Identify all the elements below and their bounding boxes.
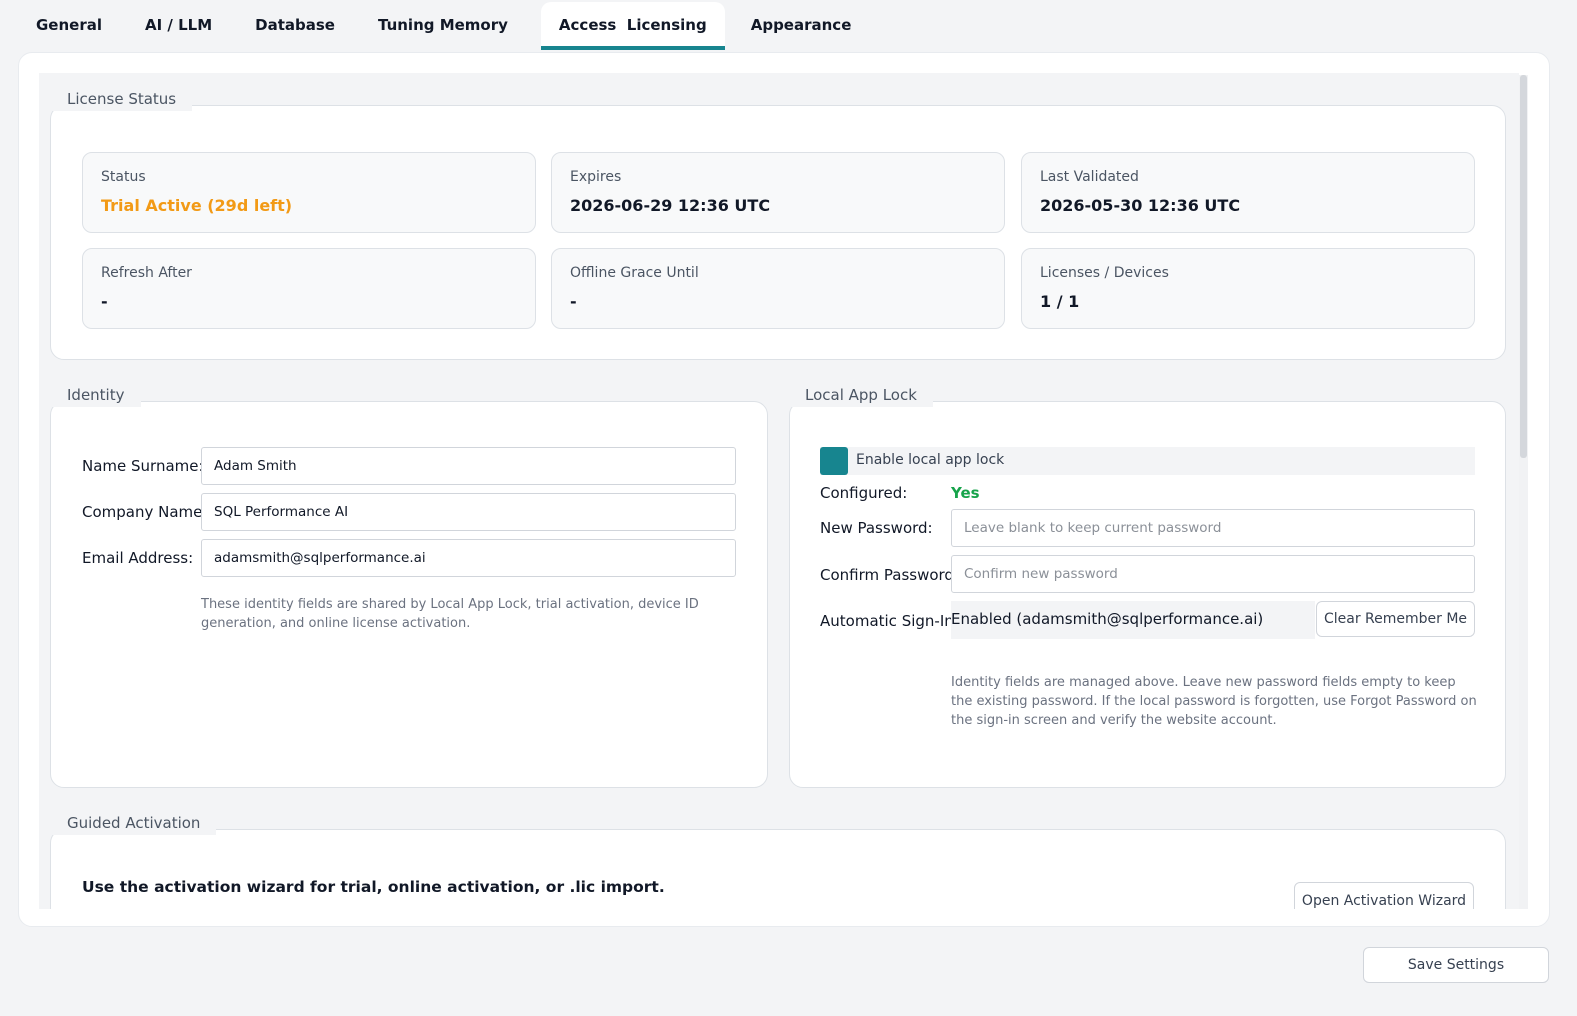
tab-ai-llm[interactable]: AI / LLM [127,2,230,50]
app-lock-group: Enable local app lock Configured: Yes Ne… [789,401,1506,788]
settings-tabs: General AI / LLM Database Tuning Memory … [18,2,876,51]
status-value: Trial Active (29d left) [101,196,293,215]
refresh-after-value: - [101,292,108,311]
licenses-devices-label: Licenses / Devices [1040,265,1169,281]
open-activation-wizard-button[interactable]: Open Activation Wizard [1294,882,1474,909]
license-status-group: Status Trial Active (29d left) Expires 2… [50,105,1506,360]
enable-app-lock-row[interactable]: Enable local app lock [820,447,1475,475]
vertical-scrollbar[interactable] [1519,75,1528,909]
identity-help-text: These identity fields are shared by Loca… [201,597,699,631]
company-label: Company Name: [82,503,208,521]
refresh-after-card: Refresh After - [82,248,536,329]
email-label: Email Address: [82,549,194,567]
identity-group: Name Surname: Company Name: Email Addres… [50,401,768,788]
last-validated-card: Last Validated 2026-05-30 12:36 UTC [1021,152,1475,233]
expires-label: Expires [570,169,622,185]
licenses-devices-card: Licenses / Devices 1 / 1 [1021,248,1475,329]
guided-activation-group: Use the activation wizard for trial, onl… [50,829,1506,909]
clear-remember-me-button[interactable]: Clear Remember Me [1316,601,1475,637]
status-label: Status [101,169,146,185]
guided-activation-description: Use the activation wizard for trial, onl… [82,878,665,896]
confirm-password-label: Confirm Password: [820,566,960,584]
status-card: Status Trial Active (29d left) [82,152,536,233]
last-validated-label: Last Validated [1040,169,1139,185]
scroll-area: Status Trial Active (29d left) Expires 2… [39,73,1519,909]
identity-title: Identity [51,383,141,407]
tab-appearance[interactable]: Appearance [733,2,870,50]
offline-grace-card: Offline Grace Until - [551,248,1005,329]
tab-tuning-memory[interactable]: Tuning Memory [360,2,526,50]
licenses-devices-value: 1 / 1 [1040,292,1080,311]
offline-grace-value: - [570,292,577,311]
last-validated-value: 2026-05-30 12:36 UTC [1040,196,1241,215]
guided-activation-title: Guided Activation [51,811,217,835]
refresh-after-label: Refresh After [101,265,192,281]
name-label: Name Surname: [82,457,204,475]
expires-card: Expires 2026-06-29 12:36 UTC [551,152,1005,233]
auto-signin-value: Enabled (adamsmith@sqlperformance.ai) [951,610,1264,628]
new-password-field[interactable] [951,509,1475,547]
company-field[interactable] [201,493,736,531]
name-field[interactable] [201,447,736,485]
confirm-password-field[interactable] [951,555,1475,593]
tab-access-licensing[interactable]: Access Licensing [540,2,725,50]
auto-signin-label: Automatic Sign-In: [820,612,959,630]
configured-value: Yes [951,484,980,502]
email-field[interactable] [201,539,736,577]
auto-signin-status: Enabled (adamsmith@sqlperformance.ai) [951,601,1315,639]
offline-grace-label: Offline Grace Until [570,265,699,281]
save-settings-button[interactable]: Save Settings [1363,947,1549,983]
app-lock-title: Local App Lock [789,383,933,407]
configured-label: Configured: [820,484,908,502]
tab-database[interactable]: Database [237,2,353,50]
settings-panel: Status Trial Active (29d left) Expires 2… [18,52,1550,927]
new-password-label: New Password: [820,519,933,537]
scrollbar-thumb[interactable] [1520,75,1527,458]
enable-app-lock-label: Enable local app lock [856,452,1005,468]
license-status-title: License Status [51,87,193,111]
expires-value: 2026-06-29 12:36 UTC [570,196,771,215]
enable-app-lock-checkbox[interactable] [820,447,848,475]
app-lock-help-text: Identity fields are managed above. Leave… [951,675,1477,728]
tab-general[interactable]: General [18,2,120,50]
